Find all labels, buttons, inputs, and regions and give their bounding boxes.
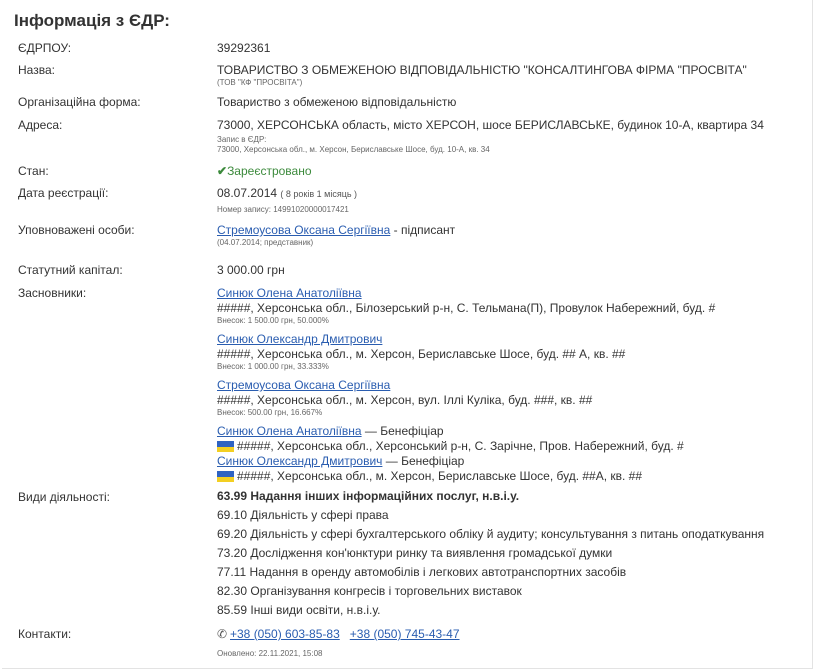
beneficiary-address: #####, Херсонська обл., м. Херсон, Берис…	[237, 469, 643, 483]
authorized-person-link[interactable]: Стремоусова Оксана Сергіївна	[217, 223, 390, 237]
address-value-block: 73000, ХЕРСОНСЬКА область, місто ХЕРСОН,…	[217, 118, 807, 155]
name-full: ТОВАРИСТВО З ОБМЕЖЕНОЮ ВІДПОВІДАЛЬНІСТЮ …	[217, 63, 747, 77]
org-form-value: Товариство з обмеженою відповідальністю	[217, 95, 457, 109]
activities-list: 63.99 Надання інших інформаційних послуг…	[217, 487, 807, 620]
activity-item: 69.10 Діяльність у сфері права	[217, 508, 389, 522]
activity-item: 77.11 Надання в оренду автомобілів і лег…	[217, 565, 627, 579]
name-short: (ТОВ "КФ "ПРОСВІТА")	[217, 78, 303, 87]
check-icon: ✔	[217, 164, 228, 178]
authorized-role: - підписант	[390, 223, 456, 237]
authorized-block: Стремоусова Оксана Сергіївна - підписант…	[217, 223, 807, 248]
ua-flag-icon	[217, 471, 234, 482]
edrpou-label: ЄДРПОУ:	[18, 41, 72, 55]
beneficiary-name-link[interactable]: Синюк Олена Анатоліївна	[217, 424, 362, 438]
founder-name-link[interactable]: Стремоусова Оксана Сергіївна	[217, 378, 390, 392]
founder-item: Синюк Олена Анатоліївна #####, Херсонськ…	[217, 286, 807, 326]
registration-record: Номер запису: 14991020000017421	[217, 205, 349, 214]
founder-item: Стремоусова Оксана Сергіївна #####, Херс…	[217, 378, 807, 418]
phone-icon: ✆	[217, 627, 228, 641]
registration-label: Дата реєстрації:	[18, 186, 109, 200]
activities-label: Види діяльності:	[18, 490, 110, 504]
status-value: Зареєстровано	[227, 164, 312, 178]
registration-block: 08.07.2014 ( 8 років 1 місяць ) Номер за…	[217, 186, 807, 215]
phone-link-2[interactable]: +38 (050) 745-43-47	[350, 627, 460, 641]
phone-link-1[interactable]: +38 (050) 603-85-83	[230, 627, 340, 641]
page-title: Інформація з ЄДР:	[14, 11, 170, 30]
status-badge: ✔Зареєстровано	[217, 164, 807, 179]
beneficiary-role: — Бенефіціар	[382, 454, 465, 468]
contacts-block: ✆ +38 (050) 603-85-83 +38 (050) 745-43-47…	[217, 627, 807, 659]
beneficiary-role: — Бенефіціар	[361, 424, 444, 438]
founder-item: Синюк Олександр Дмитрович #####, Херсонс…	[217, 332, 807, 372]
capital-value: 3 000.00 грн	[217, 263, 285, 277]
address-label: Адреса:	[18, 118, 63, 132]
founder-share: Внесок: 1 000.00 грн, 33.333%	[217, 362, 329, 371]
activity-item: 69.20 Діяльність у сфері бухгалтерського…	[217, 527, 765, 541]
founder-address: #####, Херсонська обл., м. Херсон, вул. …	[217, 393, 593, 407]
contacts-label: Контакти:	[18, 627, 72, 641]
name-value: ТОВАРИСТВО З ОБМЕЖЕНОЮ ВІДПОВІДАЛЬНІСТЮ …	[217, 63, 807, 88]
founder-name-link[interactable]: Синюк Олександр Дмитрович	[217, 332, 382, 346]
founders-label: Засновники:	[18, 286, 87, 300]
beneficiary-item: Синюк Олександр Дмитрович — Бенефіціар #…	[217, 454, 807, 484]
address-note-title: Запис в ЄДР:	[217, 135, 267, 144]
registration-date: 08.07.2014	[217, 186, 278, 200]
activity-item: 82.30 Організування конгресів і торговел…	[217, 584, 522, 598]
activity-item: 73.20 Дослідження кон'юнктури ринку та в…	[217, 546, 613, 560]
edrpou-value: 39292361	[217, 41, 271, 55]
authorized-label: Уповноважені особи:	[18, 223, 135, 237]
beneficiary-address: #####, Херсонська обл., Херсонський р-н,…	[237, 439, 684, 453]
name-label: Назва:	[18, 63, 55, 77]
status-label: Стан:	[18, 164, 49, 178]
authorized-note: (04.07.2014; представник)	[217, 238, 314, 247]
founder-address: #####, Херсонська обл., м. Херсон, Берис…	[217, 347, 626, 361]
registration-age: ( 8 років 1 місяць )	[280, 189, 358, 199]
founder-address: #####, Херсонська обл., Білозерський р-н…	[217, 301, 716, 315]
founder-name-link[interactable]: Синюк Олена Анатоліївна	[217, 286, 362, 300]
activity-item-primary: 63.99 Надання інших інформаційних послуг…	[217, 489, 520, 503]
capital-label: Статутний капітал:	[18, 263, 123, 277]
beneficiary-name-link[interactable]: Синюк Олександр Дмитрович	[217, 454, 382, 468]
org-form-label: Організаційна форма:	[18, 95, 141, 109]
activity-item: 85.59 Інші види освіти, н.в.і.у.	[217, 603, 381, 617]
founder-share: Внесок: 1 500.00 грн, 50.000%	[217, 316, 329, 325]
ua-flag-icon	[217, 441, 234, 452]
address-value: 73000, ХЕРСОНСЬКА область, місто ХЕРСОН,…	[217, 118, 764, 132]
address-note-value: 73000, Херсонська обл., м. Херсон, Берис…	[217, 145, 490, 154]
founder-share: Внесок: 500.00 грн, 16.667%	[217, 408, 323, 417]
updated-timestamp: Оновлено: 22.11.2021, 15:08	[217, 649, 323, 658]
beneficiary-item: Синюк Олена Анатоліївна — Бенефіціар ###…	[217, 424, 807, 454]
